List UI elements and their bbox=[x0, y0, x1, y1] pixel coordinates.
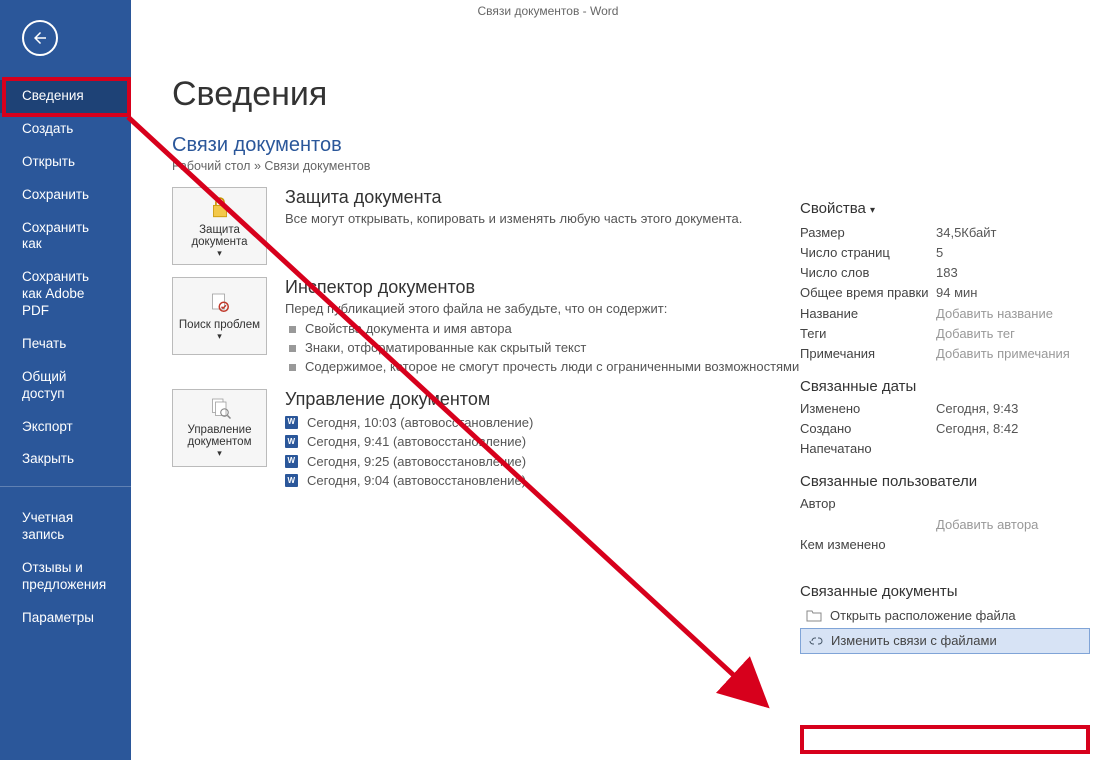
prop-key: Примечания bbox=[800, 344, 936, 364]
sidebar-item-feedback[interactable]: Отзывы и предложения bbox=[0, 552, 131, 602]
prop-placeholder[interactable]: Добавить тег bbox=[936, 324, 1090, 344]
folder-icon bbox=[806, 608, 822, 624]
sidebar-item-saveas[interactable]: Сохранить как bbox=[0, 212, 131, 262]
prop-value: 94 мин bbox=[936, 283, 1090, 303]
prop-key: Название bbox=[800, 304, 936, 324]
chevron-down-icon: ▾ bbox=[217, 248, 222, 259]
title-bar: Связи документов - Word bbox=[0, 0, 1096, 18]
inspect-icon bbox=[206, 291, 234, 315]
inspect-document-tile[interactable]: Поиск проблем ▾ bbox=[172, 277, 267, 355]
prop-value: 5 bbox=[936, 243, 1090, 263]
page-title: Сведения bbox=[172, 75, 1084, 114]
manage-document-tile[interactable]: Управление документом ▾ bbox=[172, 389, 267, 467]
sidebar-item-print[interactable]: Печать bbox=[0, 328, 131, 361]
prop-placeholder[interactable]: Добавить название bbox=[936, 304, 1090, 324]
sidebar-item-save[interactable]: Сохранить bbox=[0, 179, 131, 212]
chevron-down-icon: ▾ bbox=[217, 331, 222, 342]
link-icon bbox=[807, 633, 823, 649]
back-button[interactable] bbox=[22, 20, 58, 56]
modified-by-label: Кем изменено bbox=[800, 535, 936, 555]
properties-heading[interactable]: Свойства ▾ bbox=[800, 200, 1090, 217]
sidebar-item-new[interactable]: Создать bbox=[0, 113, 131, 146]
sidebar-item-info[interactable]: Сведения bbox=[0, 80, 131, 113]
date-value: Сегодня, 9:43 bbox=[936, 399, 1090, 419]
chevron-down-icon: ▾ bbox=[870, 205, 875, 216]
sidebar-item-open[interactable]: Открыть bbox=[0, 146, 131, 179]
lock-icon bbox=[206, 194, 234, 220]
prop-key: Число слов bbox=[800, 263, 936, 283]
sidebar-item-options[interactable]: Параметры bbox=[0, 602, 131, 635]
prop-key: Теги bbox=[800, 324, 936, 344]
edit-links-to-files[interactable]: Изменить связи с файлами bbox=[800, 628, 1090, 654]
sidebar-item-share[interactable]: Общий доступ bbox=[0, 361, 131, 411]
tile-label: Защита документа bbox=[173, 224, 266, 248]
protect-document-tile[interactable]: Защита документа ▾ bbox=[172, 187, 267, 265]
prop-key: Общее время правки bbox=[800, 283, 936, 303]
chevron-down-icon: ▾ bbox=[217, 448, 222, 459]
date-key: Изменено bbox=[800, 399, 936, 419]
prop-value: 34,5Кбайт bbox=[936, 223, 1090, 243]
document-path: Рабочий стол » Связи документов bbox=[172, 159, 1084, 173]
sidebar-item-account[interactable]: Учетная запись bbox=[0, 502, 131, 552]
backstage-sidebar: Сведения Создать Открыть Сохранить Сохра… bbox=[0, 0, 131, 760]
document-title[interactable]: Связи документов bbox=[172, 134, 1084, 157]
arrow-left-icon bbox=[31, 29, 49, 47]
add-author[interactable]: Добавить автора bbox=[936, 515, 1090, 535]
author-value bbox=[936, 494, 1090, 514]
date-key: Напечатано bbox=[800, 439, 936, 459]
prop-key: Число страниц bbox=[800, 243, 936, 263]
sidebar-item-close[interactable]: Закрыть bbox=[0, 443, 131, 476]
related-users-heading: Связанные пользователи bbox=[800, 473, 1090, 490]
manage-icon bbox=[206, 396, 234, 420]
prop-value: 183 bbox=[936, 263, 1090, 283]
author-label: Автор bbox=[800, 494, 936, 514]
date-key: Создано bbox=[800, 419, 936, 439]
date-value: Сегодня, 8:42 bbox=[936, 419, 1090, 439]
related-docs-heading: Связанные документы bbox=[800, 583, 1090, 600]
tile-label: Поиск проблем bbox=[179, 319, 260, 331]
properties-panel: Свойства ▾ Размер34,5Кбайт Число страниц… bbox=[800, 200, 1090, 654]
sidebar-item-saveas-pdf[interactable]: Сохранить как Adobe PDF bbox=[0, 261, 131, 328]
prop-placeholder[interactable]: Добавить примечания bbox=[936, 344, 1090, 364]
date-value bbox=[936, 439, 1090, 459]
tile-label: Управление документом bbox=[173, 424, 266, 448]
open-file-location[interactable]: Открыть расположение файла bbox=[800, 604, 1090, 628]
sidebar-item-export[interactable]: Экспорт bbox=[0, 411, 131, 444]
prop-key: Размер bbox=[800, 223, 936, 243]
related-dates-heading: Связанные даты bbox=[800, 378, 1090, 395]
